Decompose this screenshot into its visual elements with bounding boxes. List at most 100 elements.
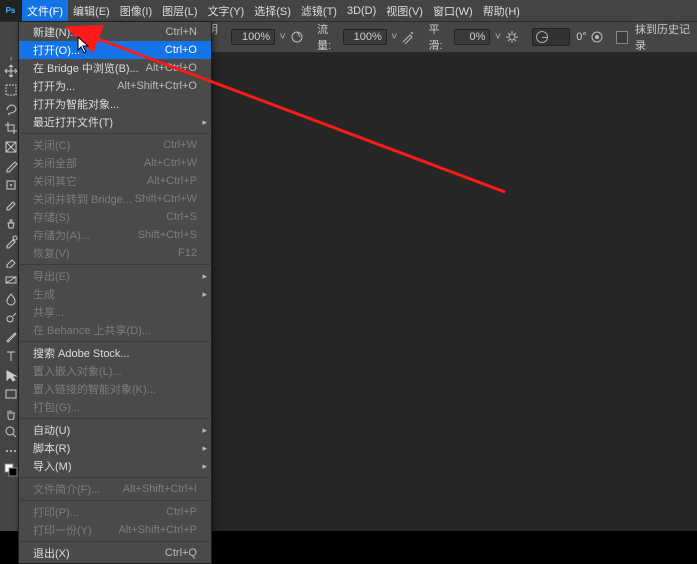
menu-item-label: 脚本(R): [33, 440, 70, 456]
file-menu-item[interactable]: 打开(O)... Ctrl+O: [19, 41, 211, 59]
flow-value[interactable]: 100%: [343, 29, 387, 45]
menubar: Ps 文件(F)编辑(E)图像(I)图层(L)文字(Y)选择(S)滤镜(T)3D…: [0, 0, 697, 21]
pressure-size-icon[interactable]: [587, 27, 608, 47]
menu-item-shortcut: Alt+Ctrl+W: [144, 157, 197, 169]
file-menu-item: 打印(P)...Ctrl+P: [19, 503, 211, 521]
menu-item-label: 关闭全部: [33, 155, 77, 171]
chevron-down-icon[interactable]: ˅: [494, 31, 501, 43]
file-menu-item: 存储为(A)... Shift+Ctrl+S: [19, 226, 211, 244]
opacity-value[interactable]: 100%: [231, 29, 275, 45]
file-menu-item: 置入链接的智能对象(K)...: [19, 380, 211, 398]
menu-编辑[interactable]: 编辑(E): [68, 0, 115, 21]
menu-separator: [20, 341, 210, 342]
history-checkbox[interactable]: [616, 31, 628, 44]
menu-item-label: 共享...: [33, 304, 64, 320]
menu-item-shortcut: Shift+Ctrl+W: [135, 193, 197, 205]
menu-item-shortcut: Ctrl+N: [166, 26, 197, 38]
menu-item-label: 关闭其它: [33, 173, 77, 189]
menu-item-label: 搜索 Adobe Stock...: [33, 345, 130, 361]
file-menu-item[interactable]: 最近打开文件(T): [19, 113, 211, 131]
file-menu-item: 存储(S) Ctrl+S: [19, 208, 211, 226]
angle-control[interactable]: [532, 28, 570, 46]
file-menu-item: 关闭并转到 Bridge...Shift+Ctrl+W: [19, 190, 211, 208]
menu-滤镜[interactable]: 滤镜(T): [296, 0, 342, 21]
menu-item-label: 打包(G)...: [33, 399, 80, 415]
file-menu-item: 恢复(V)F12: [19, 244, 211, 262]
file-menu-item: 导出(E): [19, 267, 211, 285]
file-menu-item: 置入嵌入对象(L)...: [19, 362, 211, 380]
menu-item-shortcut: Alt+Ctrl+P: [147, 175, 197, 187]
file-menu-item[interactable]: 新建(N)... Ctrl+N: [19, 23, 211, 41]
menu-item-shortcut: Alt+Shift+Ctrl+O: [117, 80, 197, 92]
menu-选择[interactable]: 选择(S): [249, 0, 296, 21]
file-menu-item[interactable]: 在 Bridge 中浏览(B)...Alt+Ctrl+O: [19, 59, 211, 77]
file-menu-item[interactable]: 打开为... Alt+Shift+Ctrl+O: [19, 77, 211, 95]
menu-item-label: 打开为智能对象...: [33, 96, 119, 112]
menu-item-shortcut: Ctrl+S: [166, 211, 197, 223]
menu-item-label: 恢复(V): [33, 245, 70, 261]
menu-item-label: 关闭(C): [33, 137, 70, 153]
menu-item-label: 退出(X): [33, 545, 70, 561]
file-menu-item[interactable]: 搜索 Adobe Stock...: [19, 344, 211, 362]
file-menu-item[interactable]: 退出(X)Ctrl+Q: [19, 544, 211, 562]
file-menu-item[interactable]: 自动(U): [19, 421, 211, 439]
file-menu-item: 共享...: [19, 303, 211, 321]
angle-value: 0°: [576, 31, 587, 43]
menu-3d[interactable]: 3D(D): [342, 0, 381, 21]
file-menu-item: 打印一份(Y) Alt+Shift+Ctrl+P: [19, 521, 211, 539]
menu-item-label: 最近打开文件(T): [33, 114, 113, 130]
file-menu-item[interactable]: 打开为智能对象...: [19, 95, 211, 113]
file-menu-item: 生成: [19, 285, 211, 303]
menu-item-label: 新建(N)...: [33, 24, 79, 40]
menu-文字[interactable]: 文字(Y): [203, 0, 250, 21]
menu-item-shortcut: Ctrl+O: [165, 44, 197, 56]
menu-separator: [20, 477, 210, 478]
file-menu-item[interactable]: 导入(M): [19, 457, 211, 475]
pressure-opacity-icon[interactable]: [286, 27, 307, 47]
menu-item-label: 文件简介(F)...: [33, 481, 100, 497]
chevron-down-icon[interactable]: ˅: [279, 31, 286, 43]
menu-item-label: 自动(U): [33, 422, 70, 438]
menu-窗口[interactable]: 窗口(W): [428, 0, 478, 21]
menu-separator: [20, 541, 210, 542]
menu-视图[interactable]: 视图(V): [381, 0, 428, 21]
menu-separator: [20, 133, 210, 134]
menu-item-label: 关闭并转到 Bridge...: [33, 191, 132, 207]
file-menu-dropdown: 新建(N)... Ctrl+N 打开(O)... Ctrl+O 在 Bridge 中浏览…: [18, 21, 212, 564]
file-menu-item: 关闭全部 Alt+Ctrl+W: [19, 154, 211, 172]
menu-图层[interactable]: 图层(L): [157, 0, 202, 21]
airbrush-icon[interactable]: [398, 27, 419, 47]
smoothing-label: 平滑:: [428, 21, 450, 53]
menu-item-label: 存储为(A)...: [33, 227, 90, 243]
menu-item-shortcut: Ctrl+W: [163, 139, 197, 151]
menu-文件[interactable]: 文件(F): [22, 0, 68, 21]
smoothing-gear-icon[interactable]: [501, 27, 522, 47]
file-menu-item: 关闭其它 Alt+Ctrl+P: [19, 172, 211, 190]
menu-separator: [20, 500, 210, 501]
menu-图像[interactable]: 图像(I): [115, 0, 157, 21]
menu-item-shortcut: Alt+Shift+Ctrl+P: [118, 524, 197, 536]
menu-item-label: 在 Bridge 中浏览(B)...: [33, 60, 139, 76]
menu-item-label: 打印(P)...: [33, 504, 79, 520]
file-menu-item: 关闭(C) Ctrl+W: [19, 136, 211, 154]
menu-item-label: 打印一份(Y): [33, 522, 92, 538]
history-checkbox-label: 抹到历史记录: [635, 21, 697, 53]
file-menu-item: 文件简介(F)...Alt+Shift+Ctrl+I: [19, 480, 211, 498]
app-logo: Ps: [0, 0, 22, 21]
angle-dial-icon: [536, 31, 548, 43]
menu-item-label: 在 Behance 上共享(D)...: [33, 322, 151, 338]
file-menu-item: 打包(G)...: [19, 398, 211, 416]
flow-label: 流量:: [317, 21, 339, 53]
chevron-down-icon[interactable]: ˅: [391, 31, 398, 43]
menu-item-label: 导出(E): [33, 268, 70, 284]
file-menu-item[interactable]: 脚本(R): [19, 439, 211, 457]
menu-item-shortcut: Shift+Ctrl+S: [138, 229, 197, 241]
menu-separator: [20, 418, 210, 419]
menu-帮助[interactable]: 帮助(H): [478, 0, 525, 21]
smoothing-value[interactable]: 0%: [454, 29, 490, 45]
menu-item-label: 置入嵌入对象(L)...: [33, 363, 122, 379]
menu-item-label: 打开为...: [33, 78, 75, 94]
toolbox-collapse-icon[interactable]: ›: [4, 53, 18, 59]
menu-item-label: 存储(S): [33, 209, 70, 225]
menu-item-label: 打开(O)...: [33, 42, 80, 58]
